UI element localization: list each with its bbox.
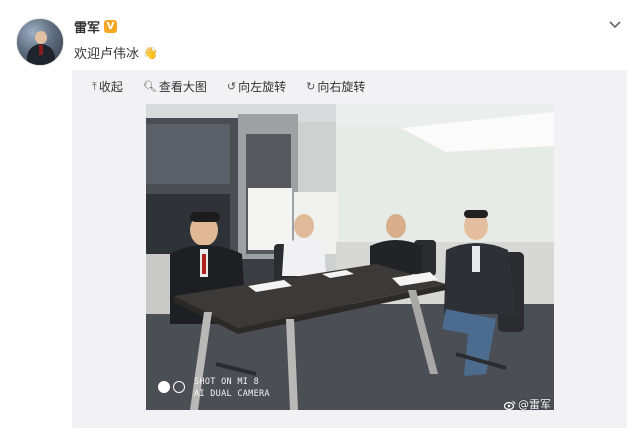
waving-hand-icon: 👋: [143, 45, 158, 60]
watermark-text: @雷军: [518, 398, 551, 411]
rotate-left-icon: ↺: [226, 80, 237, 93]
camera-dot-filled: [158, 381, 170, 393]
shot-line-2: AI DUAL CAMERA: [194, 389, 270, 399]
post-text: 欢迎卢伟冰 👋: [74, 43, 158, 63]
avatar[interactable]: [16, 18, 64, 66]
rotate-right-button[interactable]: ↻ 向右旋转: [306, 78, 365, 95]
view-large-button[interactable]: 🔍︎ 查看大图: [143, 78, 207, 95]
camera-dot-outline: [173, 381, 185, 393]
rotate-left-label: 向左旋转: [238, 80, 287, 94]
magnifier-icon: 🔍︎: [142, 80, 157, 93]
rotate-right-label: 向右旋转: [317, 80, 366, 94]
verified-icon: V: [104, 20, 118, 33]
camera-logo-icon: [158, 381, 185, 393]
weibo-icon: [504, 400, 516, 410]
shot-on-label: SHOT ON MI 8 AI DUAL CAMERA: [194, 376, 270, 400]
author-name-text[interactable]: 雷军: [74, 17, 100, 36]
author-name[interactable]: 雷军 V: [74, 17, 118, 36]
collapse-label: 收起: [98, 80, 123, 94]
avatar-head: [35, 31, 47, 44]
rotate-right-icon: ↻: [306, 80, 316, 93]
meeting-room-photo: [146, 104, 554, 410]
collapse-button[interactable]: ⤒ 收起: [92, 78, 123, 95]
photo-watermark: @雷军: [504, 396, 551, 412]
shot-line-1: SHOT ON MI 8: [194, 377, 260, 387]
view-large-label: 查看大图: [158, 80, 207, 94]
chevron-down-icon[interactable]: [608, 20, 622, 30]
rotate-left-button[interactable]: ↺ 向左旋转: [227, 78, 286, 95]
post-text-content: 欢迎卢伟冰: [74, 47, 140, 62]
media-toolbar: ⤒ 收起 🔍︎ 查看大图 ↺ 向左旋转 ↻ 向右旋转: [92, 78, 365, 95]
avatar-tie: [39, 45, 43, 55]
collapse-icon: ⤒: [92, 79, 97, 93]
post-photo[interactable]: [146, 104, 554, 410]
